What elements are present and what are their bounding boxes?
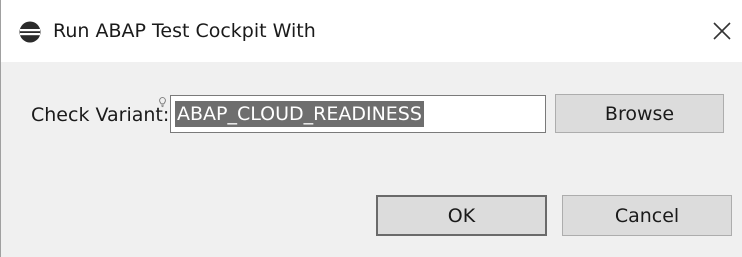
cancel-button[interactable]: Cancel: [562, 195, 732, 236]
window-title: Run ABAP Test Cockpit With: [53, 20, 316, 42]
check-variant-label: Check Variant:: [31, 104, 170, 126]
lightbulb-hint-icon: [159, 93, 166, 108]
run-atc-dialog: Run ABAP Test Cockpit With Check Variant…: [0, 0, 742, 257]
browse-button[interactable]: Browse: [555, 94, 724, 133]
eclipse-icon: [19, 21, 41, 43]
check-variant-value[interactable]: ABAP_CLOUD_READINESS: [175, 101, 424, 127]
close-icon[interactable]: [705, 14, 739, 48]
ok-button[interactable]: OK: [376, 195, 547, 236]
title-bar: Run ABAP Test Cockpit With: [1, 0, 742, 62]
check-variant-input[interactable]: ABAP_CLOUD_READINESS: [170, 95, 546, 133]
